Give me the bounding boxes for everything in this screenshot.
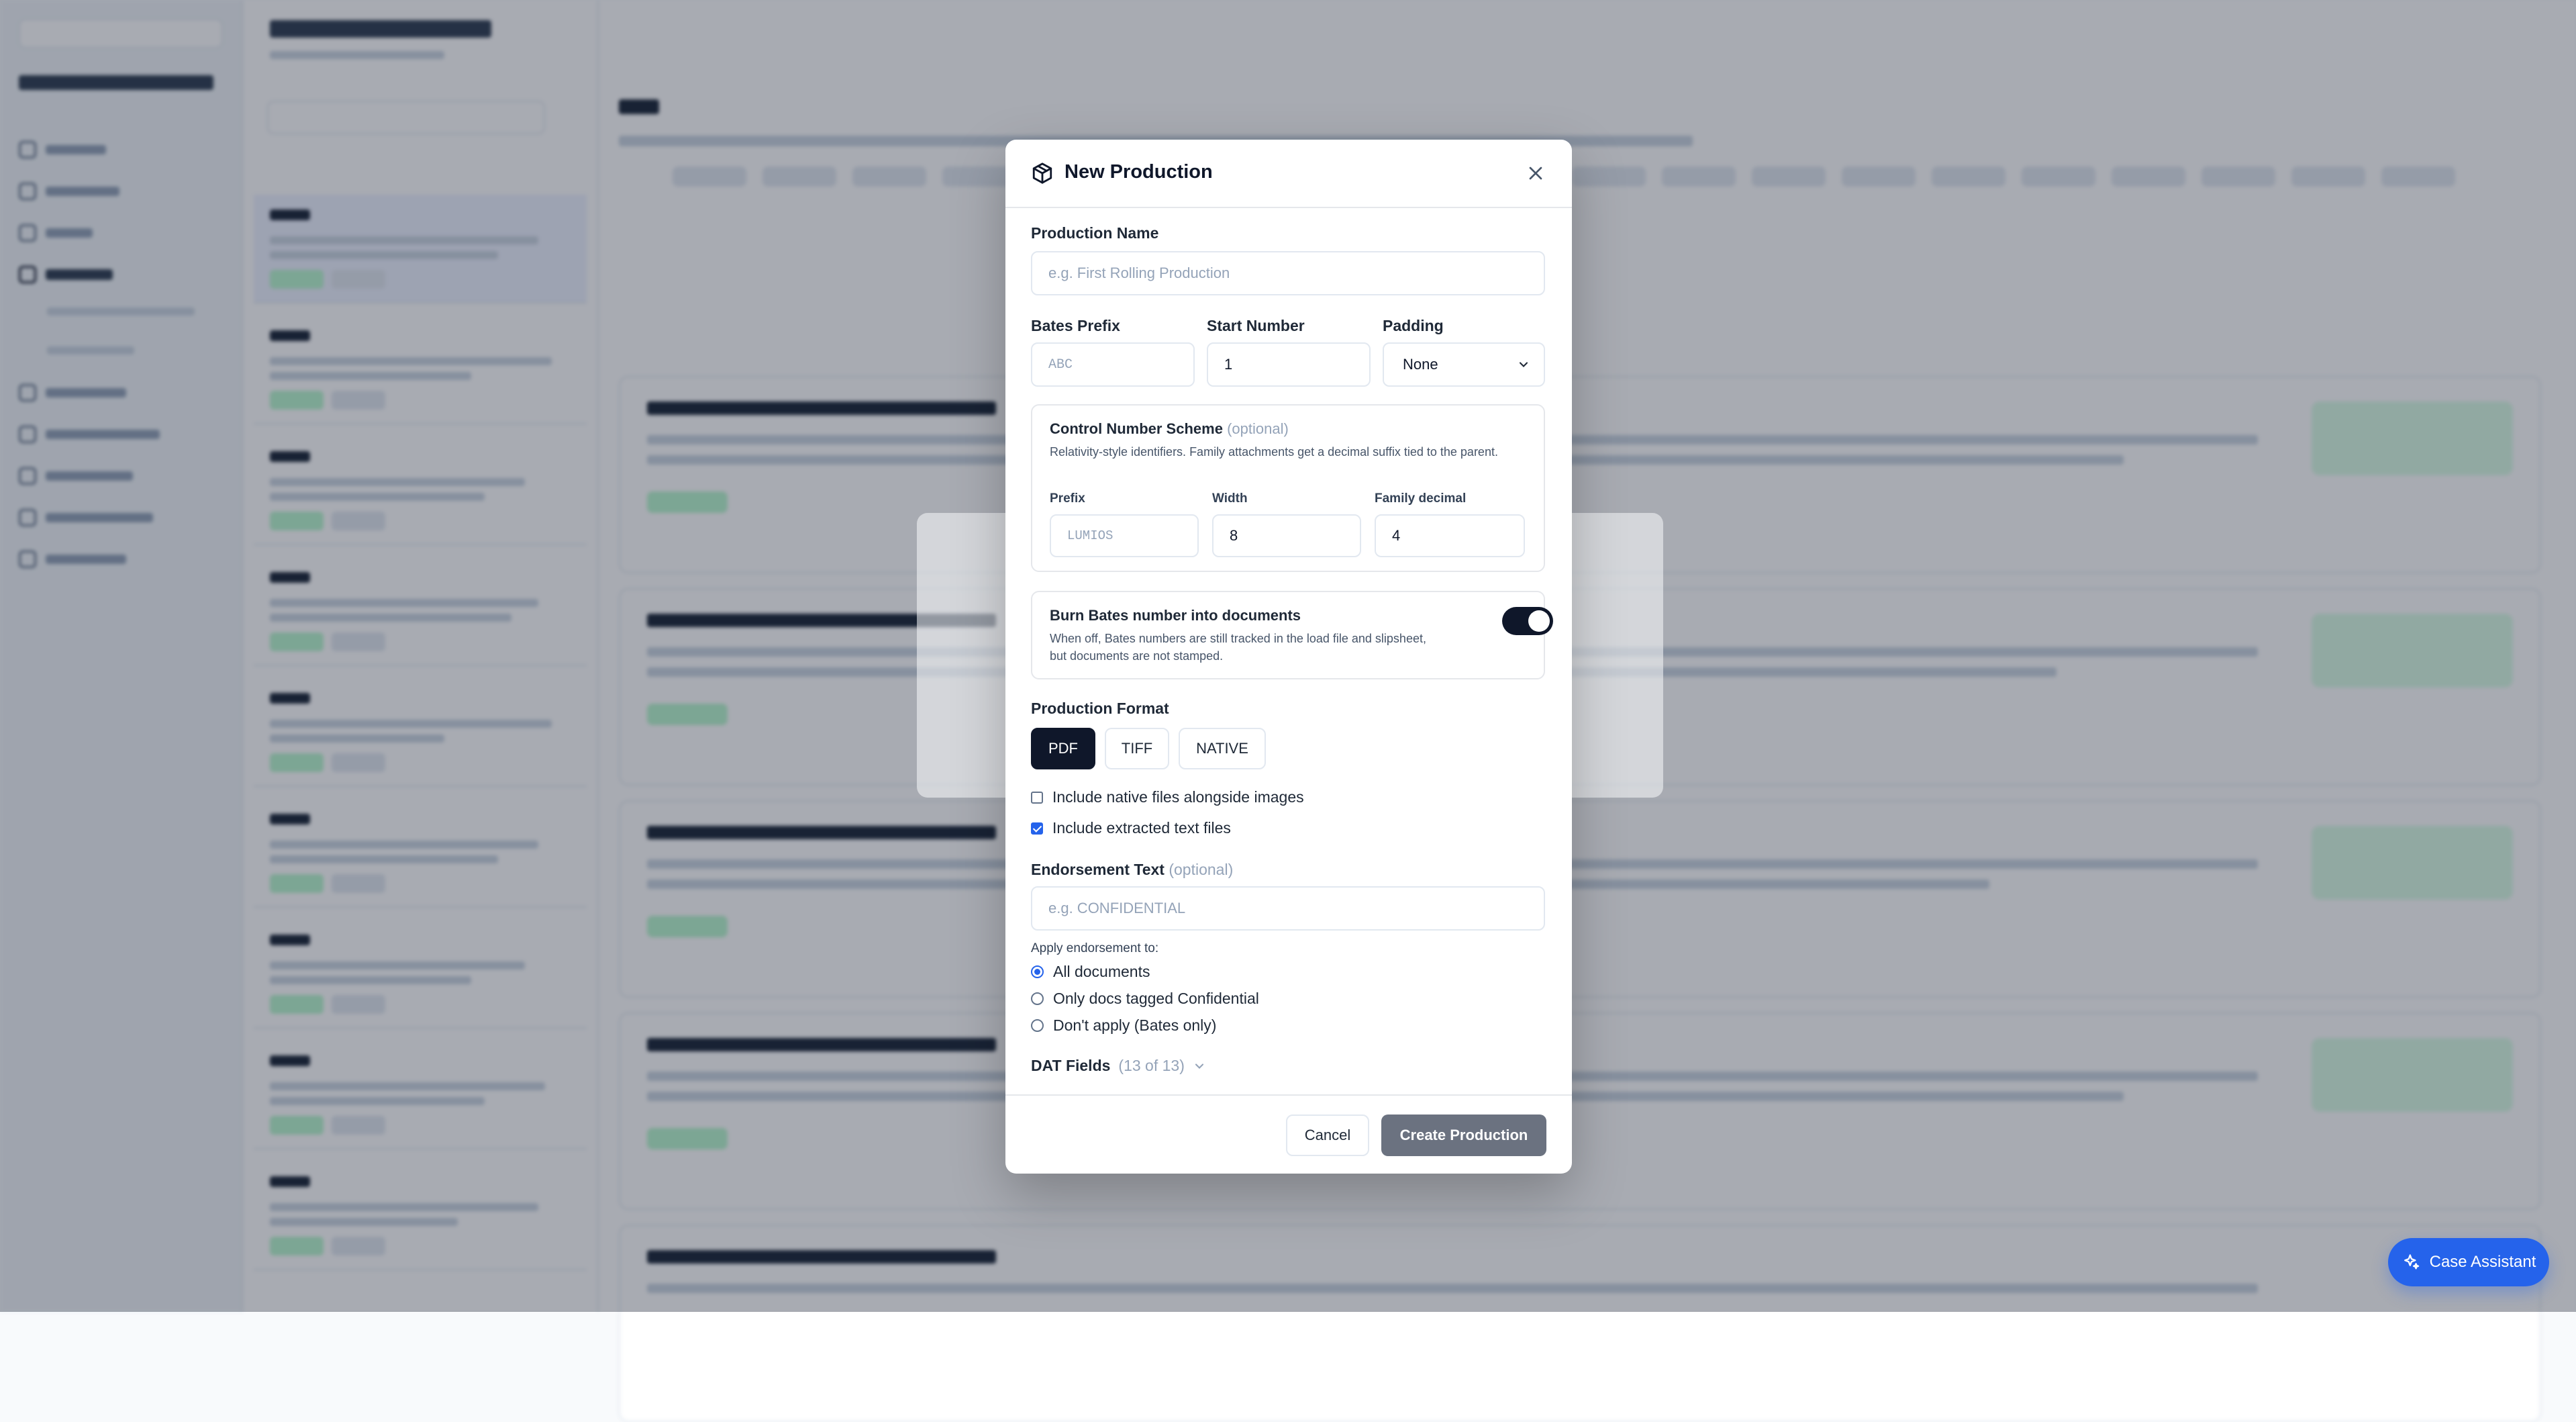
cn-width-label: Width — [1212, 491, 1248, 506]
case-assistant-label: Case Assistant — [2429, 1253, 2536, 1271]
cn-prefix-label: Prefix — [1050, 491, 1085, 506]
close-icon[interactable] — [1525, 162, 1546, 184]
burn-bates-title: Burn Bates number into documents — [1050, 607, 1301, 624]
cn-family-decimal-input[interactable] — [1375, 514, 1525, 557]
format-pdf-button[interactable]: PDF — [1031, 728, 1095, 769]
apply-confidential-radio[interactable] — [1031, 992, 1044, 1005]
include-native-checkbox[interactable] — [1031, 791, 1043, 804]
padding-selected-value: None — [1403, 356, 1438, 373]
dialog-title: New Production — [1064, 161, 1213, 183]
apply-none-label: Don't apply (Bates only) — [1053, 1016, 1217, 1034]
cancel-button[interactable]: Cancel — [1286, 1115, 1369, 1156]
start-number-label: Start Number — [1207, 317, 1305, 334]
apply-confidential-radio-row[interactable]: Only docs tagged Confidential — [1031, 990, 1259, 1008]
include-native-label: Include native files alongside images — [1052, 788, 1304, 806]
cn-width-input[interactable] — [1212, 514, 1361, 557]
burn-bates-toggle[interactable] — [1502, 607, 1553, 635]
optional-hint: (optional) — [1169, 861, 1234, 878]
production-name-input[interactable] — [1031, 251, 1545, 295]
control-number-description: Relativity-style identifiers. Family att… — [1050, 445, 1498, 459]
package-icon — [1032, 162, 1052, 184]
control-number-title: Control Number Scheme (optional) — [1050, 420, 1289, 437]
dat-fields-count: (13 of 13) — [1118, 1057, 1185, 1074]
apply-none-radio-row[interactable]: Don't apply (Bates only) — [1031, 1016, 1216, 1035]
start-number-input[interactable] — [1207, 342, 1371, 387]
padding-label: Padding — [1383, 317, 1444, 334]
chevron-down-icon — [1519, 362, 1528, 367]
include-text-checkbox[interactable] — [1031, 822, 1043, 835]
cn-family-decimal-label: Family decimal — [1375, 491, 1467, 506]
endorsement-input[interactable] — [1031, 886, 1545, 931]
dialog-footer: Cancel Create Production — [1005, 1094, 1572, 1175]
sparkles-icon — [2404, 1254, 2419, 1270]
format-tiff-button[interactable]: TIFF — [1105, 728, 1169, 769]
include-text-checkbox-row[interactable]: Include extracted text files — [1031, 819, 1231, 837]
apply-confidential-label: Only docs tagged Confidential — [1053, 990, 1259, 1007]
apply-none-radio[interactable] — [1031, 1019, 1044, 1032]
create-production-button[interactable]: Create Production — [1381, 1115, 1546, 1156]
cn-prefix-input[interactable] — [1050, 514, 1199, 557]
dialog-header: New Production — [1005, 140, 1572, 208]
bates-prefix-input[interactable] — [1031, 342, 1195, 387]
endorsement-label: Endorsement Text (optional) — [1031, 861, 1234, 878]
new-production-dialog: New Production Production Name Bates Pre… — [1005, 140, 1572, 1174]
toggle-knob — [1528, 610, 1550, 632]
padding-select[interactable]: None — [1383, 342, 1545, 387]
apply-endorsement-label: Apply endorsement to: — [1031, 941, 1159, 955]
burn-bates-section: Burn Bates number into documents When of… — [1031, 591, 1553, 679]
apply-all-radio[interactable] — [1031, 965, 1044, 978]
apply-all-label: All documents — [1053, 963, 1150, 980]
format-native-button[interactable]: NATIVE — [1179, 728, 1266, 769]
chevron-down-icon — [1195, 1063, 1203, 1069]
dat-fields-label: DAT Fields — [1031, 1057, 1111, 1074]
control-number-section: Control Number Scheme (optional) Relativ… — [1031, 404, 1545, 572]
case-assistant-button[interactable]: Case Assistant — [2388, 1238, 2549, 1286]
production-name-label: Production Name — [1031, 224, 1159, 242]
apply-all-radio-row[interactable]: All documents — [1031, 963, 1150, 981]
dat-fields-toggle[interactable]: DAT Fields (13 of 13) — [1031, 1057, 1206, 1075]
include-text-label: Include extracted text files — [1052, 819, 1231, 837]
production-format-label: Production Format — [1031, 700, 1169, 717]
bates-prefix-label: Bates Prefix — [1031, 317, 1120, 334]
include-native-checkbox-row[interactable]: Include native files alongside images — [1031, 788, 1304, 806]
optional-hint: (optional) — [1227, 420, 1289, 437]
burn-bates-description: When off, Bates numbers are still tracke… — [1050, 632, 1426, 663]
